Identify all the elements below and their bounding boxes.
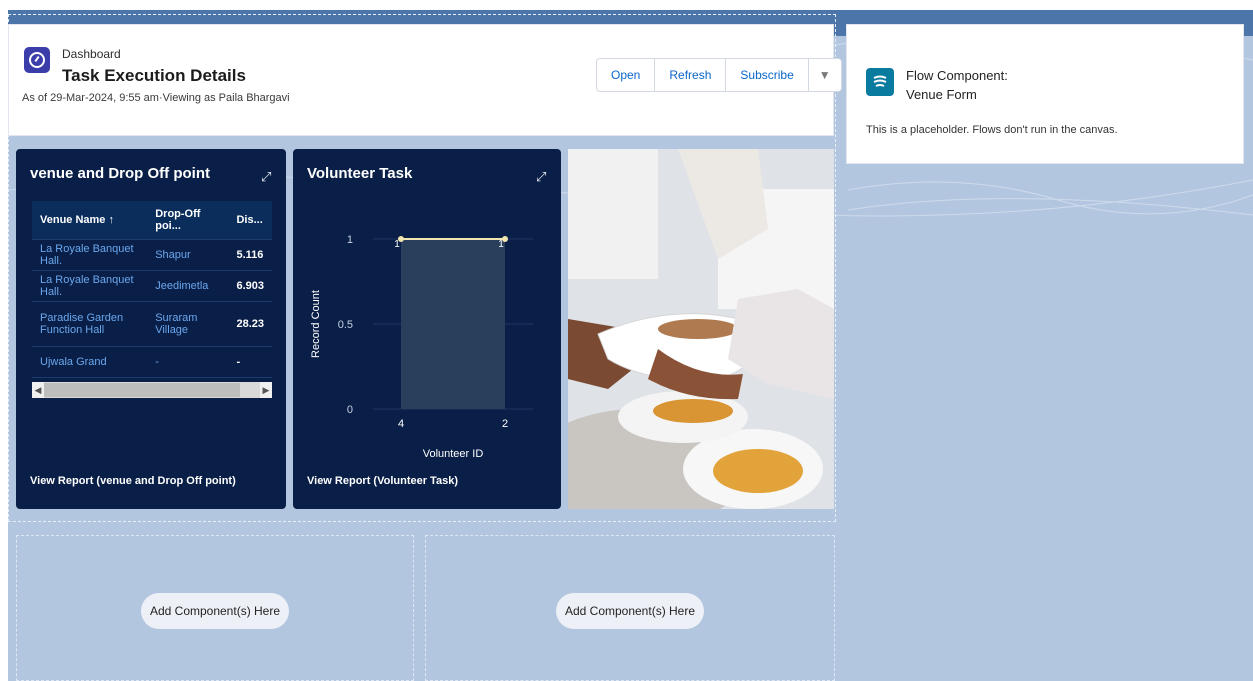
- distance-cell: 28.23: [228, 301, 272, 347]
- y-axis-label: Record Count: [310, 290, 322, 358]
- column-header-venue-name[interactable]: Venue Name ↑: [32, 201, 148, 240]
- table-row: La Royale Banquet Hall. Shapur 5.116: [32, 239, 272, 271]
- add-component-button[interactable]: Add Component(s) Here: [556, 593, 704, 629]
- y-tick-label: 0: [347, 404, 353, 416]
- venue-table: Venue Name ↑ Drop-Off poi... Dis... La R…: [32, 201, 272, 405]
- view-report-venue-link[interactable]: View Report (venue and Drop Off point): [30, 475, 236, 487]
- y-tick-label: 1: [347, 234, 353, 246]
- scroll-right-icon[interactable]: ▶: [260, 382, 272, 398]
- flow-component-title: Flow Component: Venue Form: [906, 66, 1008, 104]
- drop-off-cell[interactable]: Jeedimetla: [147, 270, 229, 302]
- open-button[interactable]: Open: [597, 59, 656, 91]
- column-header-drop-off-point[interactable]: Drop-Off poi...: [147, 201, 229, 240]
- table-row: La Royale Banquet Hall. Jeedimetla 6.903: [32, 270, 272, 302]
- flow-title-line1: Flow Component:: [906, 68, 1008, 83]
- drop-off-cell[interactable]: Suraram Village: [147, 301, 229, 347]
- header-button-group: Open Refresh Subscribe ▼: [596, 58, 842, 92]
- expand-icon[interactable]: ⤢: [261, 169, 271, 185]
- page-title: Task Execution Details: [62, 66, 246, 85]
- flow-icon: [866, 68, 894, 96]
- venue-name-cell[interactable]: La Royale Banquet Hall.: [32, 270, 148, 302]
- chart-bar: [401, 239, 453, 409]
- chart-bar: [453, 239, 505, 409]
- x-tick-label: 4: [398, 418, 404, 430]
- venue-name-cell[interactable]: Ujwala Grand: [32, 346, 148, 378]
- x-axis-label: Volunteer ID: [423, 448, 484, 460]
- drop-off-cell[interactable]: -: [147, 346, 229, 378]
- dashboard-icon: [24, 47, 50, 73]
- horizontal-scrollbar[interactable]: ◀ ▶: [32, 382, 272, 398]
- header-subtitle: As of 29-Mar-2024, 9:55 am·Viewing as Pa…: [22, 92, 290, 104]
- view-report-volunteer-link[interactable]: View Report (Volunteer Task): [307, 475, 458, 487]
- add-component-button[interactable]: Add Component(s) Here: [141, 593, 289, 629]
- volunteer-panel-title: Volunteer Task: [307, 165, 413, 182]
- more-actions-chevron-down-icon[interactable]: ▼: [809, 59, 841, 91]
- flow-placeholder-note: This is a placeholder. Flows don't run i…: [866, 124, 1118, 136]
- expand-icon[interactable]: ⤢: [536, 169, 546, 185]
- food-serving-photo: [568, 149, 834, 509]
- x-tick-label: 2: [502, 418, 508, 430]
- header-eyebrow: Dashboard: [62, 47, 121, 61]
- food-photo-illustration: [568, 149, 834, 509]
- data-label: 1: [394, 239, 400, 250]
- scrollbar-thumb[interactable]: [44, 383, 240, 397]
- venue-name-cell[interactable]: Paradise Garden Function Hall: [32, 301, 148, 347]
- y-tick-label: 0.5: [338, 319, 353, 331]
- column-header-distance[interactable]: Dis...: [228, 201, 272, 240]
- venue-name-cell[interactable]: La Royale Banquet Hall.: [32, 239, 148, 271]
- refresh-button[interactable]: Refresh: [655, 59, 727, 91]
- distance-cell: -: [228, 346, 272, 378]
- volunteer-task-panel: Volunteer Task ⤢ 1 0.5 0 1 1 4 2 Volunteer ID Re…: [293, 149, 561, 509]
- venue-panel-title: venue and Drop Off point: [30, 165, 210, 182]
- data-label: 1: [498, 239, 504, 250]
- subscribe-button[interactable]: Subscribe: [726, 59, 809, 91]
- volunteer-chart: 1 0.5 0 1 1 4 2 Volunteer ID Record Count: [310, 234, 533, 460]
- venue-dropoff-panel: venue and Drop Off point ⤢ Venue Name ↑ …: [16, 149, 286, 509]
- table-row: Ujwala Grand - -: [32, 346, 272, 378]
- scroll-left-icon[interactable]: ◀: [32, 382, 44, 398]
- distance-cell: 5.116: [228, 239, 272, 271]
- table-row: Paradise Garden Function Hall Suraram Vi…: [32, 301, 272, 347]
- distance-cell: 6.903: [228, 270, 272, 302]
- flow-title-line2: Venue Form: [906, 87, 977, 102]
- drop-off-cell[interactable]: Shapur: [147, 239, 229, 271]
